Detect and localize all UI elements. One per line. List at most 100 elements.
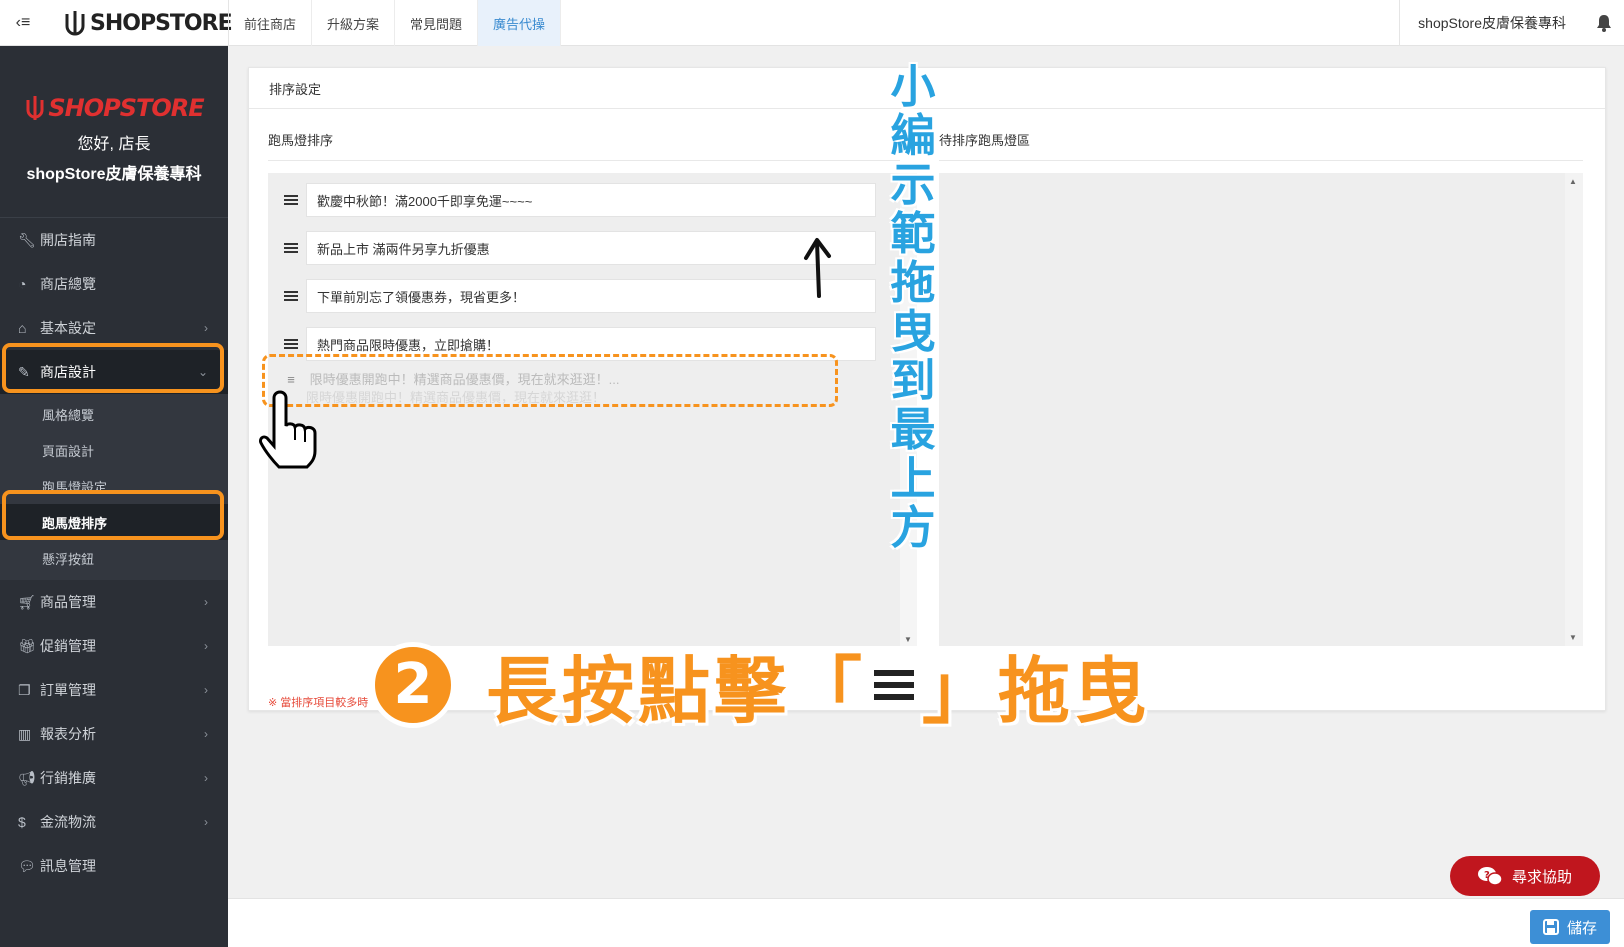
sidebar-header: SHOPSTORE 您好, 店長 shopStore皮膚保養專科: [0, 46, 228, 218]
step-text-part-b: 」拖曳: [922, 649, 1151, 733]
cart-icon: 🛒︎: [18, 593, 36, 610]
sidebar-item-label: 訂單管理: [40, 682, 96, 698]
chevron-right-icon: ›: [204, 683, 208, 697]
chevron-right-icon: ›: [204, 727, 208, 741]
menu-toggle-button[interactable]: ‹≡: [0, 0, 46, 46]
hand-cursor-icon: [259, 390, 317, 469]
step-text: 長按點擊「 」拖曳: [486, 632, 1150, 737]
sidebar-item-label: 行銷推廣: [40, 770, 96, 786]
svg-text:?: ?: [1484, 870, 1490, 881]
scroll-up-arrow-icon[interactable]: ▲: [1569, 177, 1577, 186]
sidebar-item-marketing[interactable]: 📢︎ 行銷推廣 ›: [0, 756, 228, 800]
sidebar-item-setup-guide[interactable]: 🔧︎ 開店指南: [0, 218, 228, 262]
marquee-text: 新品上市 滿兩件另享九折優惠: [306, 231, 876, 265]
top-nav: 前往商店 升級方案 常見問題 廣告代操: [229, 0, 562, 46]
sidebar-item-reports[interactable]: ▥ 報表分析 ›: [0, 712, 228, 756]
help-chat-icon: ?: [1477, 867, 1502, 886]
sidebar-logo: SHOPSTORE: [0, 46, 228, 122]
pending-marquee-area[interactable]: ▲ ▼: [939, 173, 1583, 646]
sidebar-item-payment-logistics[interactable]: $ 金流物流 ›: [0, 800, 228, 844]
sidebar-item-messages[interactable]: 💬︎ 訊息管理: [0, 844, 228, 888]
megaphone-icon: 📢︎: [18, 769, 36, 786]
sidebar-item-orders[interactable]: ❐ 訂單管理 ›: [0, 668, 228, 712]
bell-icon[interactable]: [1584, 0, 1624, 46]
list-item[interactable]: 下單前別忘了領優惠券，現省更多！: [276, 279, 876, 313]
pending-area-title: 待排序跑馬燈區: [939, 133, 1031, 148]
drag-handle-icon[interactable]: [276, 194, 306, 206]
dragging-highlight-box: [262, 354, 838, 407]
nav-go-to-store[interactable]: 前往商店: [229, 0, 313, 46]
sub-item-page-design[interactable]: 頁面設計: [0, 432, 228, 468]
step-annotation: 2 長按點擊「 」拖曳: [370, 632, 1150, 737]
help-button-label: 尋求協助: [1511, 868, 1572, 886]
sidebar-item-label: 金流物流: [40, 814, 96, 830]
sidebar-item-overview[interactable]: ◔ 商店總覽: [0, 262, 228, 306]
shopstore-logo-icon: [65, 11, 85, 36]
list-item[interactable]: 歡慶中秋節！滿2000千即享免運~~~~: [276, 183, 876, 217]
chevron-right-icon: ›: [204, 639, 208, 653]
drag-handle-icon: [872, 668, 916, 702]
bank-icon: ⌂: [18, 320, 27, 336]
shopstore-logo[interactable]: SHOPSTORE: [62, 9, 233, 37]
sidebar-logo-icon: [26, 96, 44, 120]
sub-item-floating-button[interactable]: 懸浮按鈕: [0, 540, 228, 576]
step-number: 2: [370, 641, 456, 728]
chevron-right-icon: ›: [204, 595, 208, 609]
greeting-text: 您好, 店長: [77, 136, 151, 153]
sidebar-item-label: 報表分析: [40, 726, 96, 742]
sidebar-item-label: 促銷管理: [40, 638, 96, 654]
gift-icon: 🎁︎: [18, 637, 36, 654]
sidebar-item-label: 訊息管理: [40, 858, 96, 874]
sidebar-item-label: 商店總覽: [40, 276, 96, 292]
chevron-right-icon: ›: [204, 815, 208, 829]
divider: [268, 160, 900, 161]
divider: [939, 160, 1583, 161]
comments-icon: 💬︎: [18, 857, 36, 874]
nav-faq[interactable]: 常見問題: [395, 0, 479, 46]
sidebar-item-label: 開店指南: [40, 232, 96, 248]
drag-handle-icon[interactable]: [276, 338, 306, 350]
drag-handle-icon[interactable]: [276, 242, 306, 254]
nav-upgrade-plan[interactable]: 升級方案: [312, 0, 396, 46]
help-button[interactable]: ? 尋求協助: [1450, 856, 1600, 896]
sidebar-item-promotions[interactable]: 🎁︎ 促銷管理 ›: [0, 624, 228, 668]
floppy-disk-icon: [1542, 919, 1559, 935]
dashboard-icon: ◔: [18, 276, 27, 292]
scroll-down-arrow-icon[interactable]: ▼: [1569, 633, 1577, 642]
collapse-menu-icon: ‹≡: [15, 14, 31, 31]
save-button-label: 儲存: [1566, 919, 1597, 937]
scrollbar[interactable]: ▲ ▼: [1565, 173, 1583, 646]
bottom-bar: [228, 898, 1624, 947]
dollar-icon: $: [18, 814, 26, 830]
vertical-annotation: 小編示範拖曳到最上方: [890, 60, 936, 554]
copy-icon: ❐: [18, 681, 31, 698]
sidebar-item-label: 商品管理: [40, 594, 96, 610]
sidebar-item-products[interactable]: 🛒︎ 商品管理 ›: [0, 580, 228, 624]
wrench-icon: 🔧︎: [18, 231, 36, 248]
store-design-submenu: 風格總覽 頁面設計 跑馬燈設定 跑馬燈排序 懸浮按鈕: [0, 394, 228, 580]
save-button[interactable]: 儲存: [1530, 910, 1610, 944]
highlight-marquee-sorting: [2, 490, 224, 540]
bar-chart-icon: ▥: [18, 725, 32, 742]
sidebar-menu: 🔧︎ 開店指南 ◔ 商店總覽 ⌂ 基本設定 › ✎ 商店設計 ⌄ 風格總覽 頁面…: [0, 218, 228, 888]
sub-item-style-overview[interactable]: 風格總覽: [0, 396, 228, 432]
step-text-part-a: 長按點擊「: [486, 649, 867, 733]
chevron-right-icon: ›: [204, 771, 208, 785]
logo-text: SHOPSTORE: [90, 10, 233, 36]
top-right: shopStore皮膚保養專科: [1399, 0, 1624, 46]
sidebar-logo-text: SHOPSTORE: [48, 94, 204, 122]
nav-ad-management[interactable]: 廣告代操: [478, 0, 562, 46]
highlight-store-design: [2, 343, 224, 393]
drag-handle-icon[interactable]: [276, 290, 306, 302]
store-name-link[interactable]: shopStore皮膚保養專科: [1399, 0, 1584, 46]
warning-note: ※ 當排序項目較多時: [268, 697, 369, 709]
sidebar-item-label: 基本設定: [40, 320, 96, 336]
marquee-text: 歡慶中秋節！滿2000千即享免運~~~~: [306, 183, 876, 217]
list-item[interactable]: 新品上市 滿兩件另享九折優惠: [276, 231, 876, 265]
up-arrow-icon: [804, 238, 831, 298]
marquee-text: 下單前別忘了領優惠券，現省更多！: [306, 279, 876, 313]
chevron-right-icon: ›: [204, 321, 208, 335]
marquee-sort-title: 跑馬燈排序: [268, 133, 334, 148]
top-bar: ‹≡ SHOPSTORE 前往商店 升級方案 常見問題 廣告代操 shopSto…: [0, 0, 1624, 46]
sidebar-store-name: shopStore皮膚保養專科: [26, 166, 202, 183]
